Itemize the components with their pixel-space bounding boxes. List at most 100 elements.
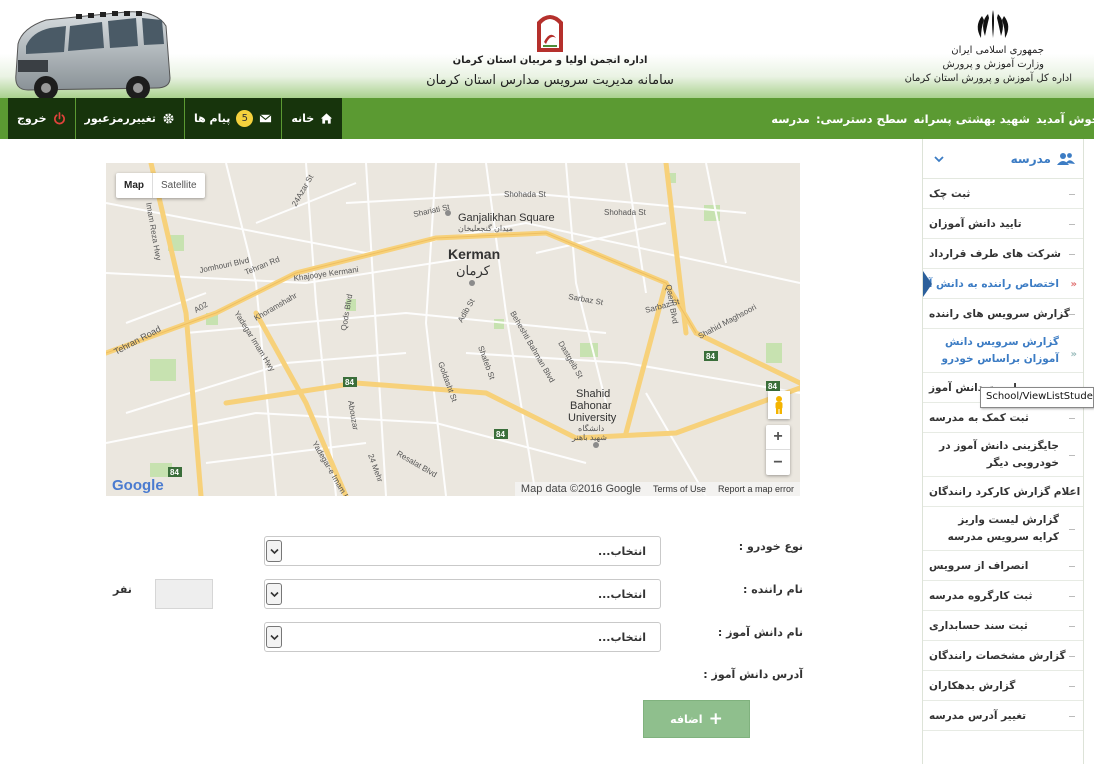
association-logo-icon: [537, 15, 563, 52]
map-label-ganjalikhan: Ganjalikhan Square: [458, 212, 555, 224]
sidebar-item-label: شرکت های طرف قرارداد: [929, 247, 1061, 260]
chevron-down-icon: [934, 155, 944, 162]
student-name-select[interactable]: انتخاب...: [264, 622, 661, 652]
main-navbar: خروج تغییررمزعبور 5 پیام ها خانه خوش آمد…: [0, 98, 1094, 139]
map-canvas: 84 84 84 84 84 Ganjalikhan Square میدان …: [106, 163, 800, 496]
driver-name-select[interactable]: انتخاب...: [264, 579, 661, 609]
ministry-name: وزارت آموزش و پرورش: [942, 59, 1044, 70]
change-password-label: تغییررمزعبور: [84, 112, 156, 125]
vehicle-type-select[interactable]: انتخاب...: [264, 536, 661, 566]
sidebar-item-label: اعلام گزارش کارکرد رانندگان: [929, 485, 1081, 498]
sidebar-item-label: گزارش سرویس دانش آموزان براساس خودرو: [941, 335, 1059, 365]
republic-name: جمهوری اسلامی ایران: [951, 45, 1044, 56]
sidebar-item-driver-performance[interactable]: اعلام گزارش کارکرد رانندگان: [923, 477, 1083, 507]
sidebar-item-label: گزارش بدهکاران: [929, 679, 1016, 692]
zoom-out-button[interactable]: −: [766, 450, 790, 475]
home-button[interactable]: خانه: [282, 98, 342, 139]
change-password-button[interactable]: تغییررمزعبور: [76, 98, 185, 139]
map-label-city: Kerman: [448, 246, 500, 262]
sidebar-item-label: تایید دانش آموزان: [929, 217, 1022, 230]
access-level-value: مدرسه: [771, 111, 810, 126]
add-button-label: اضافه: [670, 712, 703, 726]
chevron-left-icon: «: [1070, 278, 1077, 290]
add-button[interactable]: + اضافه: [643, 700, 750, 738]
plus-icon: +: [708, 709, 723, 729]
sidebar-item-label: ثبت کارگروه مدرسه: [929, 589, 1033, 602]
map-type-satellite-button[interactable]: Satellite: [153, 173, 205, 198]
sidebar-section-header[interactable]: مدرسه: [923, 139, 1083, 179]
sidebar-item-accounting-doc[interactable]: ثبت سند حسابداری: [923, 611, 1083, 641]
user-info: خوش آمدید شهید بهشتی پسرانه سطح دسترسی: …: [753, 98, 1094, 139]
sidebar-item-change-school-address[interactable]: تغییر آدرس مدرسه: [923, 701, 1083, 731]
sidebar-section-title: مدرسه: [1011, 152, 1075, 166]
zoom-in-button[interactable]: +: [766, 425, 790, 450]
map-data-attribution: Map data ©2016 Google: [520, 483, 641, 495]
users-icon: [1057, 152, 1075, 165]
sidebar-item-approve-students[interactable]: تایید دانش آموزان: [923, 209, 1083, 239]
chevron-down-icon: [266, 583, 282, 605]
sidebar-item-replace-student[interactable]: جایگزینی دانش آموز در خودرویی دیگر: [923, 433, 1083, 477]
street-view-pegman-icon[interactable]: [768, 391, 790, 419]
sidebar-item-contract-companies[interactable]: شرکت های طرف قرارداد: [923, 239, 1083, 269]
sidebar-item-label: گزارش سرویس های راننده: [929, 307, 1070, 320]
logout-button[interactable]: خروج: [8, 98, 76, 139]
sidebar-item-label: جایگزینی دانش آموز در خودرویی دیگر: [939, 439, 1059, 469]
home-icon: [321, 113, 333, 124]
map-type-map-button[interactable]: Map: [116, 173, 153, 198]
messages-label: پیام ها: [193, 112, 231, 125]
sidebar-item-label: گزارش لیست واریز کرایه سرویس مدرسه: [947, 513, 1059, 543]
student-address-label: آدرس دانش آموز :: [703, 668, 803, 681]
map-label-university: Bahonar: [570, 400, 612, 412]
sidebar: مدرسه ثبت چک تایید دانش آموزان شرکت های …: [922, 139, 1084, 764]
sidebar-item-school-workgroup[interactable]: ثبت کارگروه مدرسه: [923, 581, 1083, 611]
vehicle-type-label: نوع خودرو :: [738, 540, 803, 553]
sidebar-item-label: ثبت کمک به مدرسه: [929, 411, 1029, 424]
sidebar-item-student-services-report[interactable]: « گزارش سرویس دانش آموزان براساس خودرو: [923, 329, 1083, 373]
road-shield-84: 84: [345, 378, 354, 387]
sidebar-item-label: ثبت سند حسابداری: [929, 619, 1028, 632]
capacity-count-field: [155, 579, 213, 609]
zoom-control: + −: [766, 425, 790, 475]
terms-of-use-link[interactable]: Terms of Use: [647, 484, 712, 494]
nav-buttons: خروج تغییررمزعبور 5 پیام ها خانه: [8, 98, 343, 139]
envelope-icon: [259, 114, 272, 123]
association-title: اداره انجمن اولیا و مربیان استان کرمان: [452, 55, 648, 66]
report-map-error-link[interactable]: Report a map error: [712, 484, 800, 494]
sidebar-item-label: انصراف از سرویس: [929, 559, 1029, 572]
road-shield-84: 84: [768, 382, 777, 391]
vehicle-type-selected-value: انتخاب...: [597, 545, 646, 558]
sidebar-title-text: مدرسه: [1010, 151, 1051, 166]
sidebar-item-label: ثبت چک: [929, 187, 971, 200]
map-footer: Map data ©2016 Google Terms of Use Repor…: [514, 482, 800, 496]
sidebar-item-label: اختصاص راننده به دانش آموز: [923, 277, 1059, 290]
access-level-label: سطح دسترسی:: [815, 111, 908, 126]
map-label-road: Shohada St: [604, 208, 647, 217]
school-van-image: [15, 11, 171, 100]
sidebar-item-driver-services-report[interactable]: گزارش سرویس های راننده: [923, 299, 1083, 329]
capacity-unit-label: نفر: [113, 583, 132, 596]
messages-button[interactable]: 5 پیام ها: [185, 98, 283, 139]
sidebar-item-cancel-service[interactable]: انصراف از سرویس: [923, 551, 1083, 581]
messages-count-badge: 5: [236, 110, 254, 127]
iran-emblem-icon: [977, 10, 1009, 38]
page-header: اداره انجمن اولیا و مربیان استان کرمان س…: [0, 0, 1094, 100]
sidebar-item-label: گزارش مشخصات رانندگان: [929, 649, 1066, 662]
road-shield-84: 84: [496, 430, 505, 439]
gear-icon: [163, 113, 174, 124]
map-label-road: Shohada St: [504, 190, 547, 199]
chevron-down-icon: [266, 540, 282, 562]
sidebar-item-assign-driver[interactable]: « اختصاص راننده به دانش آموز: [923, 269, 1083, 299]
sidebar-item-debtors-report[interactable]: گزارش بدهکاران: [923, 671, 1083, 701]
map-label-university: Shahid: [576, 388, 610, 400]
map-label-city-fa: کرمان: [456, 263, 491, 279]
logout-label: خروج: [17, 112, 47, 125]
chevron-left-icon: «: [1070, 348, 1077, 360]
active-item-marker: [923, 271, 932, 297]
map-label-university-fa: دانشگاه: [578, 423, 605, 433]
sidebar-item-fare-deposit-report[interactable]: گزارش لیست واریز کرایه سرویس مدرسه: [923, 507, 1083, 551]
map-view[interactable]: 84 84 84 84 84 Ganjalikhan Square میدان …: [106, 163, 800, 496]
welcome-text: خوش آمدید: [1035, 111, 1094, 126]
sidebar-item-register-check[interactable]: ثبت چک: [923, 179, 1083, 209]
google-logo-text: Google: [112, 477, 164, 494]
sidebar-item-driver-details-report[interactable]: گزارش مشخصات رانندگان: [923, 641, 1083, 671]
